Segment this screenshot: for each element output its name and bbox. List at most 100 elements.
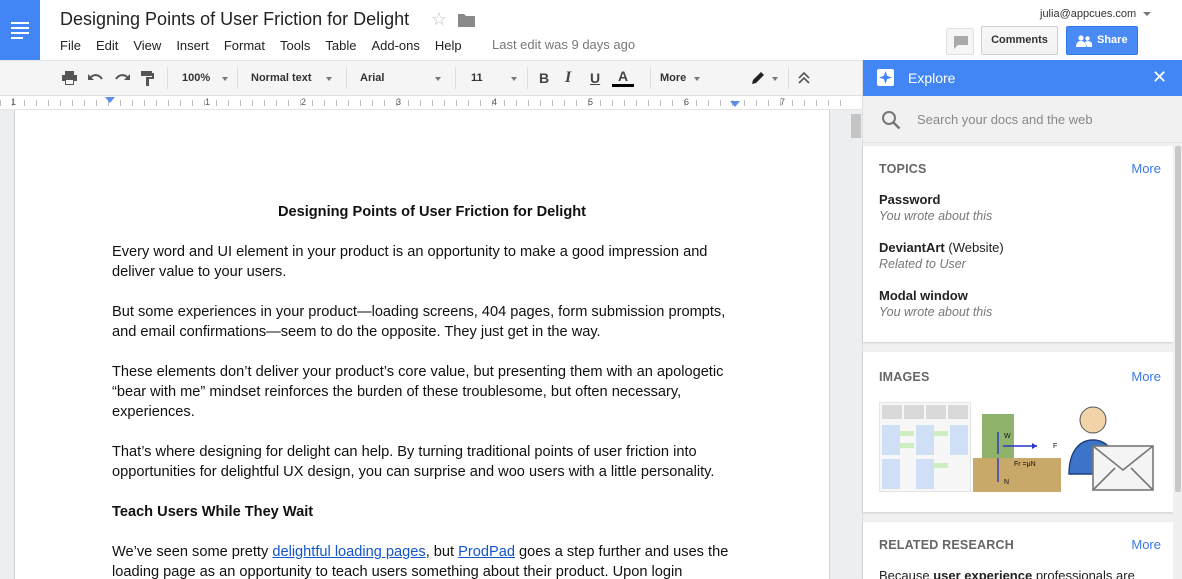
ruler-number: 3	[396, 97, 402, 107]
chat-icon	[954, 36, 968, 49]
topic-item[interactable]: Modal window You wrote about this	[879, 288, 1159, 319]
topic-name: Password	[879, 192, 941, 207]
menu-edit[interactable]: Edit	[96, 38, 118, 53]
document-title[interactable]: Designing Points of User Friction for De…	[60, 9, 409, 30]
ruler-number: 1	[11, 97, 17, 107]
left-indent-marker[interactable]	[105, 97, 115, 103]
chevron-down-icon	[435, 77, 441, 81]
section-heading: Teach Users While They Wait	[112, 504, 314, 520]
ruler-number: 1	[205, 97, 211, 107]
chevron-down-icon	[222, 77, 228, 81]
document-body[interactable]: Designing Points of User Friction for De…	[112, 202, 742, 579]
editing-mode-pen-icon[interactable]	[750, 61, 765, 95]
document-scrollbar[interactable]	[851, 114, 861, 138]
images-more-link[interactable]: More	[1131, 369, 1161, 384]
paint-format-icon[interactable]	[141, 61, 155, 95]
menu-tools[interactable]: Tools	[280, 38, 310, 53]
search-icon[interactable]	[881, 110, 901, 130]
font-size-dropdown[interactable]: 11	[471, 61, 483, 95]
redo-icon[interactable]	[114, 61, 130, 95]
text-color-button[interactable]: A	[612, 61, 634, 95]
right-indent-marker[interactable]	[730, 101, 740, 107]
menu-file[interactable]: File	[60, 38, 81, 53]
chevron-down-icon	[772, 77, 778, 81]
svg-text:N: N	[1004, 479, 1009, 486]
explore-search	[863, 96, 1182, 143]
chat-button[interactable]	[946, 28, 974, 55]
svg-text:Fr =μN: Fr =μN	[1014, 461, 1036, 468]
image-thumbnail-user-mail[interactable]	[1063, 402, 1155, 492]
menu-help[interactable]: Help	[435, 38, 462, 53]
paragraph: We’ve seen some pretty delightful loadin…	[112, 542, 742, 579]
snippet-text: professionals are	[1032, 568, 1135, 579]
image-thumbnail-wireframe[interactable]	[879, 402, 971, 492]
explore-panel: Explore ✕ TOPICS More Password You wrote…	[862, 60, 1182, 579]
italic-button[interactable]: I	[565, 61, 571, 95]
ruler-number: 4	[492, 97, 498, 107]
svg-text:F: F	[1053, 443, 1057, 450]
close-icon[interactable]: ✕	[1152, 67, 1167, 87]
related-research-card: RELATED RESEARCH More Because user exper…	[863, 522, 1173, 579]
font-dropdown[interactable]: Arial	[360, 61, 384, 95]
topic-description: You wrote about this	[879, 305, 993, 319]
related-research-title: RELATED RESEARCH	[879, 538, 1014, 552]
style-dropdown[interactable]: Normal text	[251, 61, 312, 95]
topic-type: (Website)	[944, 240, 1004, 255]
print-icon[interactable]	[62, 61, 77, 95]
topic-item[interactable]: DeviantArt (Website) Related to User	[879, 240, 1159, 271]
ruler-number: 2	[301, 97, 307, 107]
docs-home-icon[interactable]	[0, 0, 40, 60]
explore-search-input[interactable]	[917, 108, 1167, 130]
document-canvas[interactable]: Designing Points of User Friction for De…	[0, 110, 862, 579]
ruler-number: 5	[588, 97, 594, 107]
related-research-more-link[interactable]: More	[1131, 537, 1161, 552]
account-email[interactable]: julia@appcues.com	[1040, 8, 1136, 20]
underline-button[interactable]: U	[590, 61, 600, 95]
collapse-toolbar-icon[interactable]	[798, 61, 810, 95]
snippet-bold-text: user experience	[933, 568, 1033, 579]
comments-button[interactable]: Comments	[981, 26, 1058, 55]
explore-icon	[877, 69, 894, 86]
last-edit-status[interactable]: Last edit was 9 days ago	[492, 37, 635, 52]
menu-format[interactable]: Format	[224, 38, 265, 53]
menu-bar: File Edit View Insert Format Tools Table…	[60, 36, 477, 54]
document-page[interactable]: Designing Points of User Friction for De…	[14, 110, 830, 579]
image-thumbnail-friction-diagram[interactable]: W F Fr =μN N	[973, 402, 1061, 492]
explore-scrollbar[interactable]	[1173, 144, 1182, 579]
topics-card: TOPICS More Password You wrote about thi…	[863, 146, 1173, 342]
topic-name: DeviantArt	[879, 240, 945, 255]
more-button[interactable]: More	[660, 61, 686, 95]
account-dropdown-icon[interactable]	[1143, 12, 1151, 16]
star-icon[interactable]: ☆	[431, 9, 447, 29]
folder-icon[interactable]	[458, 13, 475, 32]
topic-item[interactable]: Password You wrote about this	[879, 192, 1159, 223]
share-button[interactable]: Share	[1066, 26, 1138, 55]
paragraph-text: We’ve seen some pretty	[112, 544, 273, 560]
menu-view[interactable]: View	[133, 38, 161, 53]
formatting-toolbar: 100% Normal text Arial 11 B I U A More	[0, 60, 862, 96]
svg-text:W: W	[1004, 433, 1011, 440]
paragraph-text: , but	[425, 544, 459, 560]
zoom-dropdown[interactable]: 100%	[182, 61, 210, 95]
explore-header: Explore ✕	[863, 60, 1182, 96]
topic-name: Modal window	[879, 288, 968, 303]
paragraph: That’s where designing for delight can h…	[112, 444, 715, 480]
chevron-down-icon	[694, 77, 700, 81]
link-prodpad[interactable]: ProdPad	[458, 544, 515, 560]
share-label: Share	[1097, 34, 1128, 46]
text-color-swatch	[612, 84, 634, 87]
bold-button[interactable]: B	[539, 61, 549, 95]
menu-table[interactable]: Table	[325, 38, 356, 53]
ruler[interactable]: 1 1 2 3 4 5 6 7	[0, 96, 862, 110]
research-snippet[interactable]: Because user experience professionals ar…	[879, 568, 1135, 579]
undo-icon[interactable]	[88, 61, 104, 95]
chevron-down-icon	[326, 77, 332, 81]
ruler-number: 7	[780, 97, 786, 107]
menu-insert[interactable]: Insert	[176, 38, 209, 53]
topics-more-link[interactable]: More	[1131, 161, 1161, 176]
ruler-number: 6	[684, 97, 690, 107]
menu-addons[interactable]: Add-ons	[371, 38, 419, 53]
link-delightful-loading-pages[interactable]: delightful loading pages	[272, 544, 425, 560]
explore-title: Explore	[908, 70, 956, 86]
paragraph: But some experiences in your product—loa…	[112, 304, 726, 340]
